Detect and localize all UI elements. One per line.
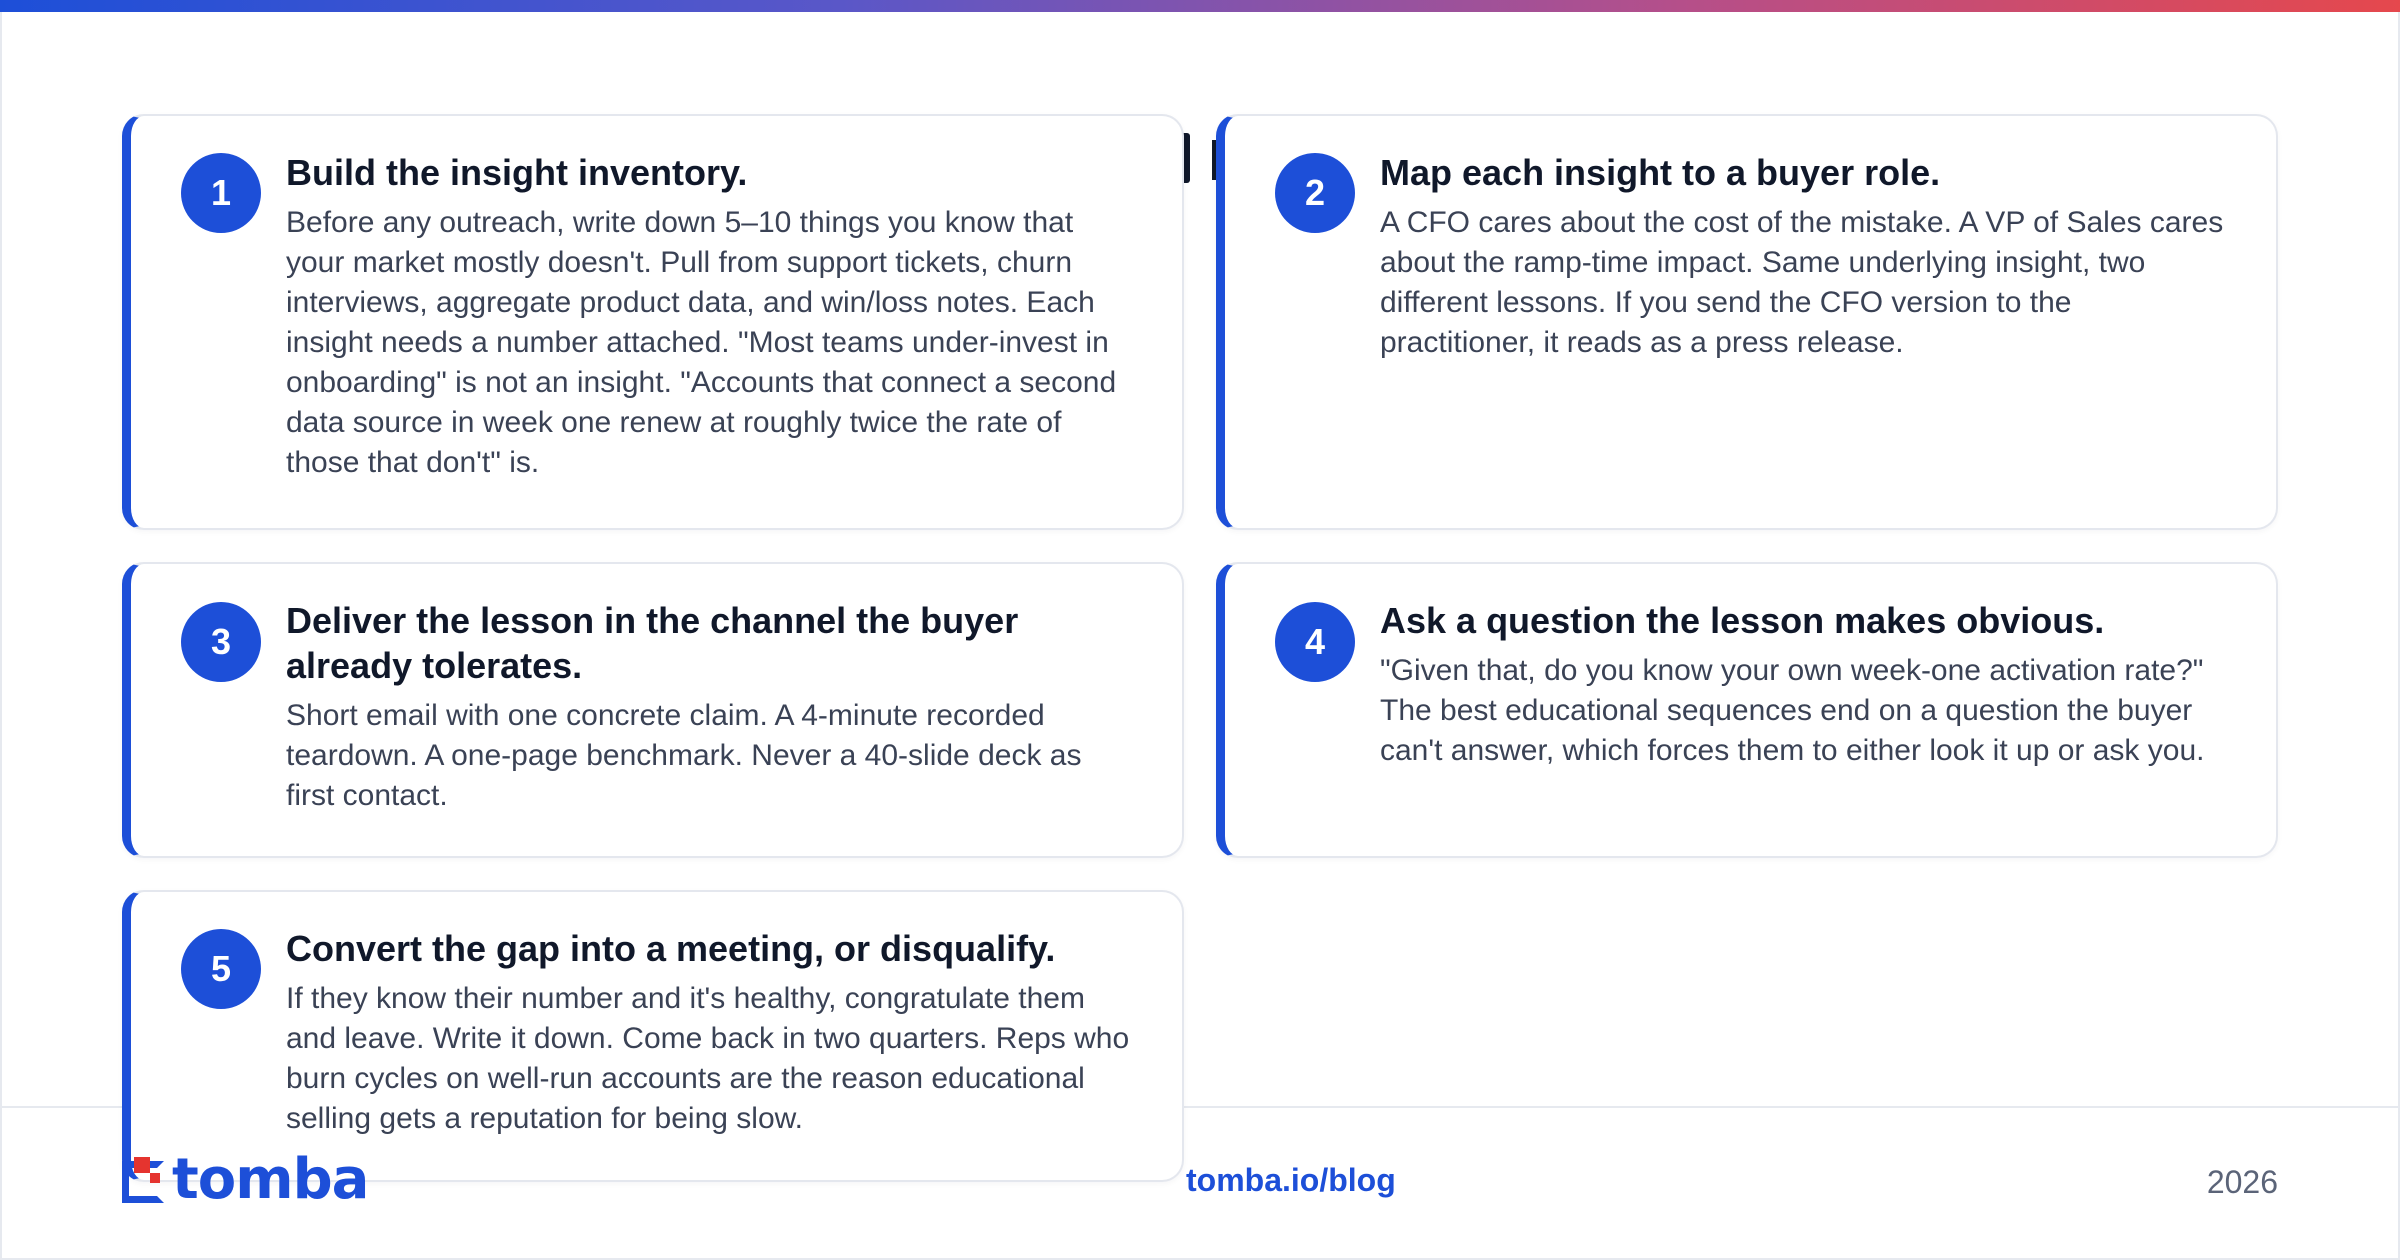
top-gradient-bar — [0, 0, 2400, 12]
step-title: Build the insight inventory. — [286, 152, 748, 193]
tomba-logo-icon — [122, 1157, 168, 1203]
step-title: Deliver the lesson in the channel the bu… — [286, 600, 1019, 686]
step-title: Ask a question the lesson makes obvious. — [1380, 600, 2105, 641]
step-description: Before any outreach, write down 5–10 thi… — [286, 206, 1117, 479]
step-number-badge: 3 — [181, 602, 261, 682]
step-card-5: 5 Convert the gap into a meeting, or dis… — [122, 890, 1184, 1182]
step-description: If they know their number and it's healt… — [286, 982, 1130, 1135]
tomba-logo[interactable]: tomba — [122, 1147, 369, 1212]
step-description: "Given that, do you know your own week-o… — [1380, 654, 2205, 767]
step-card-1: 1 Build the insight inventory. Before an… — [122, 114, 1184, 530]
step-card-3: 3 Deliver the lesson in the channel the … — [122, 562, 1184, 858]
blog-link[interactable]: tomba.io/blog — [1186, 1162, 1396, 1199]
step-number-badge: 4 — [1275, 602, 1355, 682]
step-description: A CFO cares about the cost of the mistak… — [1380, 206, 2224, 359]
step-number-badge: 5 — [181, 929, 261, 1009]
step-card-4: 4 Ask a question the lesson makes obviou… — [1216, 562, 2278, 858]
step-description: Short email with one concrete claim. A 4… — [286, 699, 1082, 812]
step-number-badge: 2 — [1275, 153, 1355, 233]
step-title: Map each insight to a buyer role. — [1380, 152, 1941, 193]
step-number-badge: 1 — [181, 153, 261, 233]
step-card-2: 2 Map each insight to a buyer role. A CF… — [1216, 114, 2278, 530]
step-title: Convert the gap into a meeting, or disqu… — [286, 928, 1056, 969]
logo-wordmark: tomba — [172, 1147, 369, 1212]
footer-year: 2026 — [2206, 1164, 2278, 1200]
